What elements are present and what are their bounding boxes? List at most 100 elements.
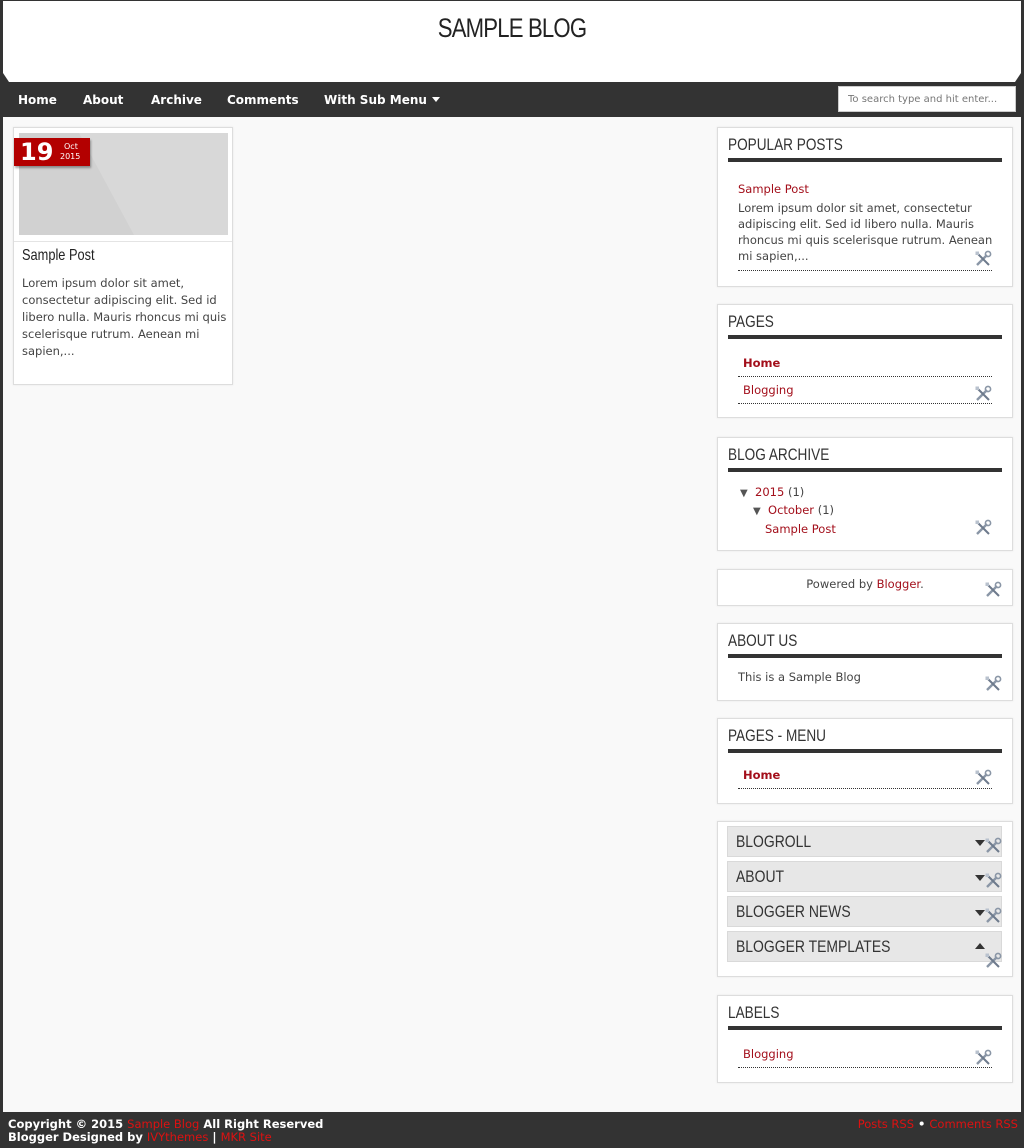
post-card: 19 Oct 2015 Sample Post Lorem ipsum dolo… bbox=[13, 127, 233, 385]
tools-icon[interactable] bbox=[984, 872, 1002, 890]
corner-decoration-right bbox=[1015, 73, 1021, 82]
bullet: • bbox=[918, 1117, 926, 1131]
blog-title[interactable]: SAMPLE BLOG bbox=[95, 13, 930, 44]
title-rule bbox=[728, 1026, 1002, 1030]
widget-title: Popular Posts bbox=[728, 135, 843, 154]
tools-icon[interactable] bbox=[974, 385, 992, 403]
widget-pages: Pages Home Blogging bbox=[717, 304, 1013, 418]
widget-collapsible-tabs: BLOGROLL ABOUT BLOGGER NEWS BLOGGER TEMP… bbox=[717, 821, 1013, 977]
collapsible-blogroll[interactable]: BLOGROLL bbox=[727, 826, 1002, 857]
collapsible-title: ABOUT bbox=[736, 867, 785, 886]
collapsible-title: BLOGROLL bbox=[736, 832, 812, 851]
blogger-link[interactable]: Blogger bbox=[877, 577, 920, 591]
widget-title: Pages - Menu bbox=[728, 726, 826, 745]
tools-icon[interactable] bbox=[974, 1049, 992, 1067]
tools-icon[interactable] bbox=[984, 952, 1002, 970]
archive-year-link[interactable]: 2015 bbox=[755, 485, 784, 499]
footer-credits: Blogger Designed by IVYthemes | MKR Site bbox=[8, 1130, 272, 1144]
ivythemes-link[interactable]: IVYthemes bbox=[147, 1130, 208, 1144]
title-rule bbox=[728, 654, 1002, 658]
tools-icon[interactable] bbox=[974, 769, 992, 787]
attribution-prefix: Powered by bbox=[806, 577, 873, 591]
rights-text: All Right Reserved bbox=[203, 1117, 324, 1131]
tools-icon[interactable] bbox=[974, 250, 992, 268]
tools-icon[interactable] bbox=[974, 519, 992, 537]
label-link-blogging[interactable]: Blogging bbox=[743, 1047, 794, 1061]
search-input[interactable] bbox=[838, 86, 1016, 112]
nav-home[interactable]: Home bbox=[18, 93, 57, 107]
popular-post-snippet: Lorem ipsum dolor sit amet, consectetur … bbox=[738, 201, 993, 263]
nav-archive[interactable]: Archive bbox=[151, 93, 202, 107]
widget-popular-posts: Popular Posts Sample Post Lorem ipsum do… bbox=[717, 127, 1013, 287]
title-rule bbox=[728, 749, 1002, 753]
archive-year-row: ▼ 2015 (1) bbox=[740, 485, 804, 499]
collapse-arrow-icon bbox=[975, 943, 985, 949]
popular-post-link[interactable]: Sample Post bbox=[738, 182, 809, 196]
navbar: Home About Archive Comments With Sub Men… bbox=[3, 82, 1021, 117]
attribution-suffix: . bbox=[920, 577, 924, 591]
widget-about-us: About Us This is a Sample Blog bbox=[717, 623, 1013, 701]
nav-comments[interactable]: Comments bbox=[227, 93, 299, 107]
tools-icon[interactable] bbox=[984, 675, 1002, 693]
mkr-site-link[interactable]: MKR Site bbox=[221, 1130, 272, 1144]
collapsible-about[interactable]: ABOUT bbox=[727, 861, 1002, 892]
footer: Copyright © 2015 Sample Blog All Right R… bbox=[0, 1112, 1024, 1148]
widget-title: Labels bbox=[728, 1003, 780, 1022]
nav-about[interactable]: About bbox=[83, 93, 123, 107]
pages-menu-item-home[interactable]: Home bbox=[743, 768, 780, 782]
widget-title: Pages bbox=[728, 312, 774, 331]
collapsible-blogger-templates[interactable]: BLOGGER TEMPLATES bbox=[727, 931, 1002, 962]
corner-decoration-left bbox=[3, 73, 9, 82]
widget-labels: Labels Blogging bbox=[717, 995, 1013, 1083]
page-frame: SAMPLE BLOG Home About Archive Comments … bbox=[3, 0, 1021, 1112]
collapsible-blogger-news[interactable]: BLOGGER NEWS bbox=[727, 896, 1002, 927]
widget-blog-archive: Blog Archive ▼ 2015 (1) ▼ October (1) Sa… bbox=[717, 437, 1013, 551]
nav-with-sub-menu[interactable]: With Sub Menu bbox=[324, 93, 440, 107]
footer-blog-link[interactable]: Sample Blog bbox=[127, 1117, 199, 1131]
title-rule bbox=[728, 335, 1002, 339]
post-title[interactable]: Sample Post bbox=[22, 247, 95, 265]
comments-rss-link[interactable]: Comments RSS bbox=[929, 1117, 1018, 1131]
footer-rss: Posts RSS • Comments RSS bbox=[858, 1117, 1018, 1131]
archive-year-count: (1) bbox=[787, 485, 805, 499]
divider bbox=[14, 241, 232, 242]
dotted-divider bbox=[738, 788, 992, 789]
dotted-divider bbox=[738, 1067, 992, 1068]
header: SAMPLE BLOG bbox=[3, 1, 1021, 82]
tools-icon[interactable] bbox=[984, 837, 1002, 855]
pages-item-blogging[interactable]: Blogging bbox=[743, 383, 794, 397]
archive-post-link[interactable]: Sample Post bbox=[765, 522, 836, 536]
caret-down-icon bbox=[431, 97, 440, 102]
dotted-divider bbox=[738, 270, 992, 271]
archive-month-row: ▼ October (1) bbox=[753, 503, 834, 517]
archive-month-link[interactable]: October bbox=[768, 503, 814, 517]
attribution-text: Powered by Blogger. bbox=[718, 577, 1012, 591]
toggle-expanded-icon[interactable]: ▼ bbox=[753, 506, 761, 517]
footer-copyright: Copyright © 2015 Sample Blog All Right R… bbox=[8, 1117, 323, 1131]
widget-title: About Us bbox=[728, 631, 798, 650]
toggle-expanded-icon[interactable]: ▼ bbox=[740, 488, 748, 499]
archive-month-count: (1) bbox=[817, 503, 834, 517]
post-snippet: Lorem ipsum dolor sit amet, consectetur … bbox=[22, 276, 227, 358]
collapsible-title: BLOGGER TEMPLATES bbox=[736, 937, 891, 956]
designed-by-text: Blogger Designed by bbox=[8, 1130, 143, 1144]
collapsible-title: BLOGGER NEWS bbox=[736, 902, 851, 921]
dotted-divider bbox=[738, 403, 992, 404]
date-badge: 19 Oct 2015 bbox=[14, 138, 90, 166]
nav-with-sub-menu-label: With Sub Menu bbox=[324, 93, 427, 107]
about-text: This is a Sample Blog bbox=[738, 670, 861, 684]
posts-rss-link[interactable]: Posts RSS bbox=[858, 1117, 914, 1131]
title-rule bbox=[728, 468, 1002, 472]
dotted-divider bbox=[738, 376, 992, 377]
date-year: 2015 bbox=[60, 152, 81, 161]
widget-title: Blog Archive bbox=[728, 445, 830, 464]
pages-item-home[interactable]: Home bbox=[743, 356, 780, 370]
separator: | bbox=[212, 1130, 217, 1144]
copyright-prefix: Copyright © 2015 bbox=[8, 1117, 124, 1131]
widget-attribution: Powered by Blogger. bbox=[717, 569, 1013, 606]
widget-pages-menu: Pages - Menu Home bbox=[717, 718, 1013, 804]
date-day: 19 bbox=[20, 138, 54, 166]
tools-icon[interactable] bbox=[984, 581, 1002, 599]
title-rule bbox=[728, 158, 1002, 162]
tools-icon[interactable] bbox=[984, 907, 1002, 925]
